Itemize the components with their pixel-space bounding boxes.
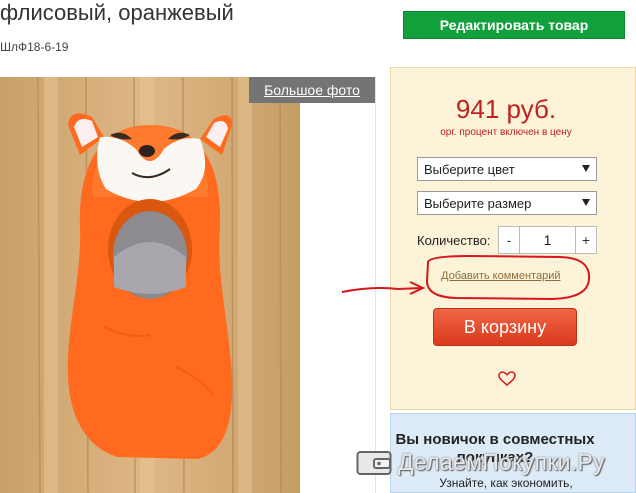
- annotation-arrow: [341, 287, 422, 293]
- annotation-overlay: [341, 254, 591, 301]
- annotation-circle: [425, 254, 591, 301]
